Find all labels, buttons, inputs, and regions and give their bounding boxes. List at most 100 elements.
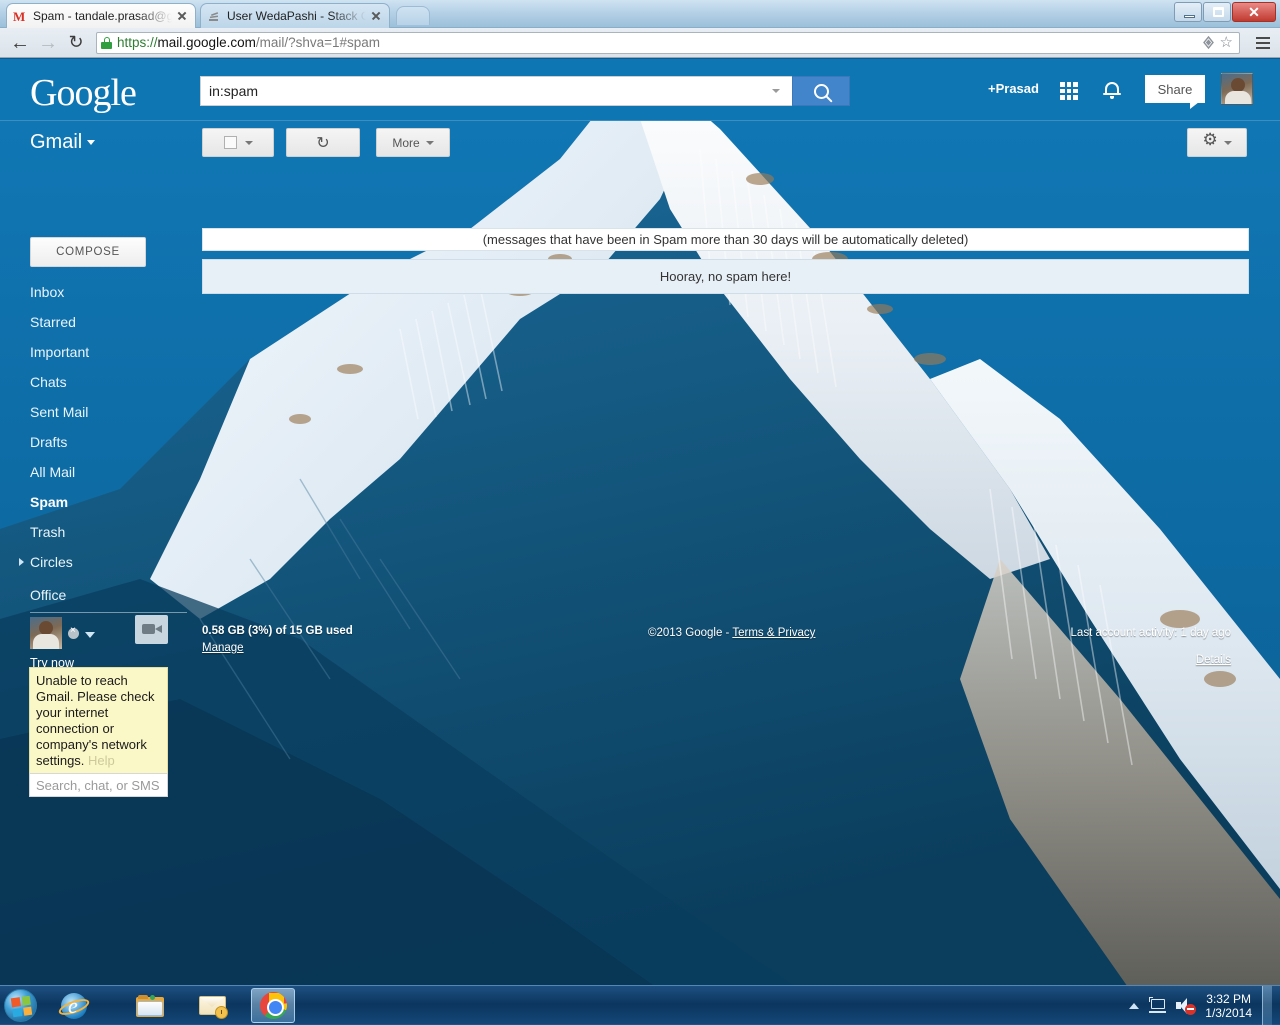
stackoverflow-icon <box>207 9 222 24</box>
close-icon[interactable] <box>369 9 383 23</box>
sidebar-item-trash[interactable]: Trash <box>0 517 200 547</box>
volume-muted-icon[interactable] <box>1176 997 1197 1015</box>
extension-icon[interactable] <box>1201 35 1216 50</box>
gmail-product-dropdown[interactable]: Gmail <box>30 131 96 154</box>
storage-usage-text: 0.58 GB (3%) of 15 GB used <box>202 625 353 637</box>
chrome-menu-icon[interactable] <box>1252 32 1274 54</box>
show-hidden-icons-icon[interactable] <box>1129 1002 1140 1009</box>
sidebar-item-chats[interactable]: Chats <box>0 367 200 397</box>
chevron-down-icon <box>87 140 96 146</box>
system-tray: 3:32 PM 1/3/2014 <box>1129 986 1272 1025</box>
search-input-value: in:spam <box>209 83 259 99</box>
browser-tab-gmail[interactable]: M Spam - tandale.prasad@g <box>6 3 196 28</box>
search-icon <box>813 83 829 99</box>
sidebar-item-drafts[interactable]: Drafts <box>0 427 200 457</box>
sidebar-item-label: Chats <box>30 374 67 390</box>
address-bar[interactable]: https://mail.google.com/mail/?shva=1#spa… <box>96 31 1240 54</box>
more-label: More <box>392 135 420 150</box>
outlook-icon <box>198 994 228 1019</box>
video-call-icon <box>142 624 162 634</box>
manage-storage-link[interactable]: Manage <box>202 642 244 654</box>
bell-icon[interactable] <box>1103 80 1121 100</box>
new-tab-button[interactable] <box>396 6 430 25</box>
copyright-text: ©2013 Google - Terms & Privacy <box>648 627 815 639</box>
maximize-button[interactable] <box>1203 2 1231 22</box>
sidebar-item-label: Drafts <box>30 434 68 450</box>
settings-button[interactable] <box>1187 128 1247 157</box>
browser-tab-stackoverflow[interactable]: User WedaPashi - Stack O <box>200 3 390 28</box>
gmail-secondary-bar: Gmail <box>0 121 1280 167</box>
network-icon[interactable] <box>1149 997 1167 1013</box>
offline-status-icon[interactable] <box>68 625 79 639</box>
lock-icon <box>101 36 112 49</box>
clock[interactable]: 3:32 PM 1/3/2014 <box>1205 992 1252 1020</box>
chevron-down-icon[interactable] <box>85 632 95 638</box>
gmail-page: Google in:spam +Prasad Share Gmail ↻ Mor… <box>0 59 1280 990</box>
sidebar-item-starred[interactable]: Starred <box>0 307 200 337</box>
sidebar-item-all-mail[interactable]: All Mail <box>0 457 200 487</box>
video-call-button[interactable] <box>135 615 168 644</box>
refresh-button[interactable]: ↻ <box>286 128 360 157</box>
avatar[interactable] <box>1221 73 1253 105</box>
browser-tab-title: Spam - tandale.prasad@g <box>33 9 172 23</box>
gear-icon <box>1203 131 1218 150</box>
minimize-button[interactable] <box>1174 2 1202 22</box>
select-all-dropdown[interactable] <box>202 128 274 157</box>
refresh-icon: ↻ <box>316 134 330 152</box>
reload-button[interactable]: ↻ <box>62 30 90 56</box>
more-dropdown[interactable]: More <box>376 128 450 157</box>
sidebar-item-label: Circles <box>30 554 73 570</box>
svg-text:M: M <box>13 9 25 24</box>
browser-tab-title: User WedaPashi - Stack O <box>227 9 366 23</box>
chevron-down-icon <box>244 140 253 145</box>
internet-explorer-icon <box>56 992 92 1019</box>
google-logo: Google <box>30 72 137 114</box>
sidebar-item-circles[interactable]: Circles <box>0 547 200 577</box>
forward-button[interactable]: → <box>34 30 62 56</box>
taskbar-item-google-chrome[interactable] <box>251 988 295 1023</box>
close-window-button[interactable]: ✕ <box>1232 2 1276 22</box>
empty-spam-message: Hooray, no spam here! <box>202 259 1249 294</box>
address-bar-url: https://mail.google.com/mail/?shva=1#spa… <box>117 35 381 50</box>
gmail-m-icon: M <box>13 9 28 24</box>
share-button[interactable]: Share <box>1145 75 1205 109</box>
compose-button[interactable]: COMPOSE <box>30 237 146 267</box>
sidebar-item-important[interactable]: Important <box>0 337 200 367</box>
chevron-down-icon[interactable] <box>772 89 780 93</box>
start-button[interactable] <box>4 989 37 1022</box>
chat-avatar[interactable] <box>30 617 62 649</box>
apps-grid-icon[interactable] <box>1060 82 1078 100</box>
chevron-down-icon <box>425 140 434 145</box>
taskbar-item-outlook[interactable] <box>190 988 234 1023</box>
chat-search-input[interactable]: Search, chat, or SMS <box>29 773 168 797</box>
sidebar: COMPOSE Inbox Starred Important Chats Se… <box>0 167 200 990</box>
folder-icon <box>136 994 164 1017</box>
last-account-activity: Last account activity: 1 day ago <box>1070 627 1231 639</box>
bookmark-star-icon[interactable]: ☆ <box>1220 35 1233 50</box>
sidebar-item-label: All Mail <box>30 464 76 480</box>
chevron-right-icon <box>19 558 24 566</box>
sidebar-item-spam[interactable]: Spam <box>0 487 200 517</box>
sidebar-item-sent-mail[interactable]: Sent Mail <box>0 397 200 427</box>
omnibox-actions: ☆ <box>1201 35 1235 50</box>
divider <box>30 612 187 613</box>
search-button[interactable] <box>792 76 850 106</box>
sidebar-item-label: Inbox <box>30 284 65 300</box>
sidebar-item-label: Trash <box>30 524 66 540</box>
terms-privacy-link[interactable]: Terms & Privacy <box>732 627 815 639</box>
back-button[interactable]: ← <box>6 30 34 56</box>
search-input[interactable]: in:spam <box>200 76 792 106</box>
clock-time: 3:32 PM <box>1206 991 1251 1006</box>
sidebar-item-inbox[interactable]: Inbox <box>0 277 200 307</box>
chat-search-placeholder: Search, chat, or SMS <box>36 777 160 793</box>
connection-error-tooltip: Unable to reach Gmail. Please check your… <box>29 667 168 775</box>
close-icon[interactable] <box>175 9 189 23</box>
taskbar-item-internet-explorer[interactable] <box>52 988 96 1023</box>
help-link[interactable]: Help <box>88 753 115 768</box>
google-plus-name[interactable]: +Prasad <box>988 81 1039 96</box>
show-desktop-button[interactable] <box>1262 986 1272 1025</box>
chevron-down-icon <box>1223 140 1232 145</box>
taskbar-item-windows-explorer[interactable] <box>128 988 172 1023</box>
windows-taskbar: 3:32 PM 1/3/2014 <box>0 985 1280 1025</box>
activity-details-link[interactable]: Details <box>1196 654 1231 666</box>
